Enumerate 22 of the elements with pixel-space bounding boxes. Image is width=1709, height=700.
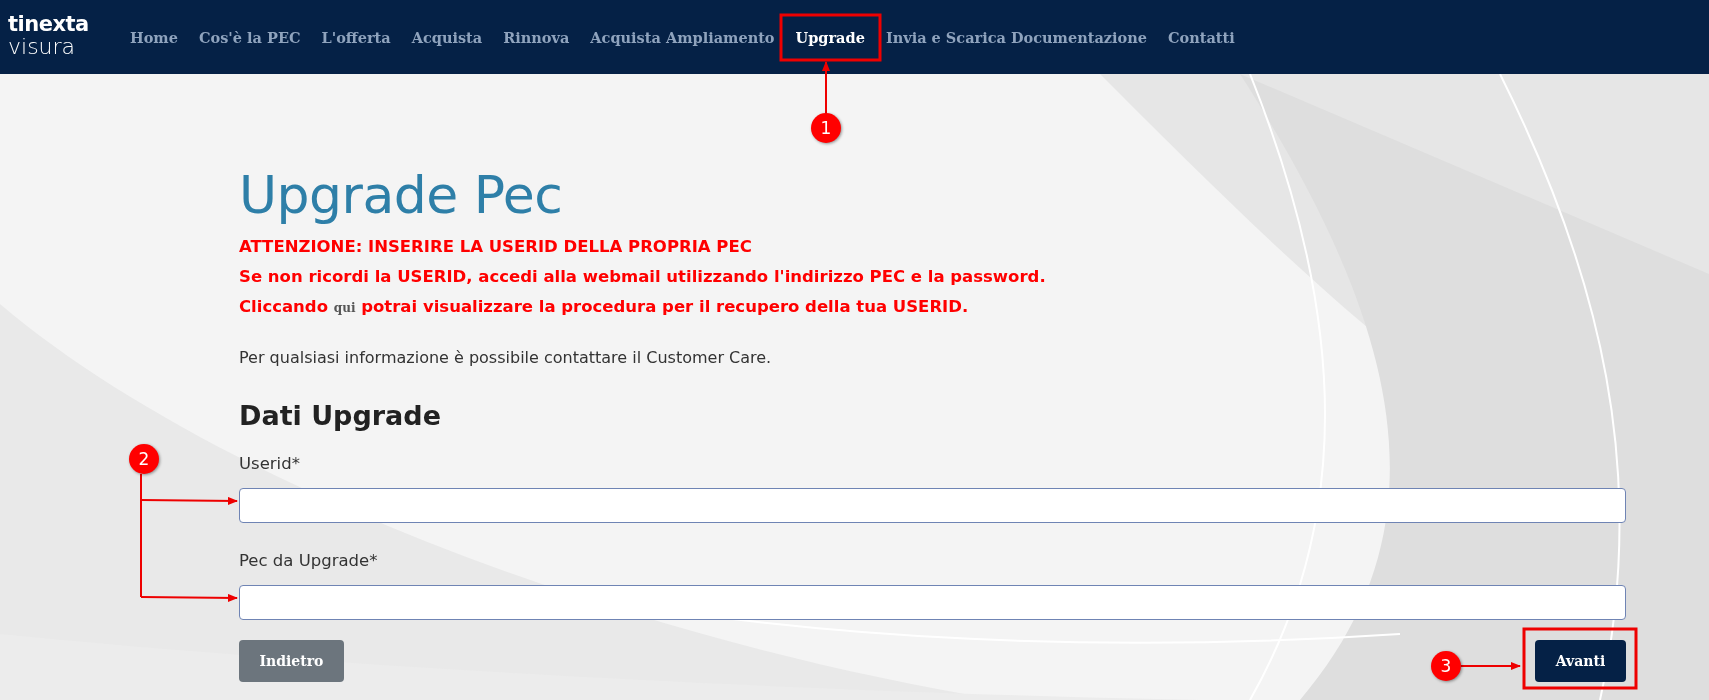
- page-title: Upgrade Pec: [239, 164, 564, 226]
- section-title: Dati Upgrade: [239, 399, 442, 433]
- nav-link[interactable]: Invia e Scarica Documentazione: [881, 22, 1151, 52]
- field-label: Userid*: [239, 453, 301, 475]
- warning-text: ATTENZIONE: INSERIRE LA USERID DELLA PROPRIA PEC: [239, 236, 753, 258]
- nav-link[interactable]: L'offerta: [317, 22, 395, 52]
- logo-brand: tinexta: [8, 13, 90, 35]
- nav-link[interactable]: Rinnova: [499, 22, 574, 52]
- field-label: Pec da Upgrade*: [239, 550, 379, 572]
- nav-link[interactable]: Upgrade: [791, 22, 869, 52]
- warning-text: Se non ricordi la USERID, accedi alla webmail utilizzando l'indirizzo PEC e la password.: [239, 266, 1047, 288]
- warning-text: Cliccando qui potrai visualizzare la procedura per il recupero della tua USERID.: [239, 296, 970, 318]
- info-text: Per qualsiasi informazione è possibile contattare il Customer Care.: [239, 347, 773, 369]
- help-link[interactable]: qui: [333, 301, 356, 315]
- nav-link[interactable]: Acquista Ampliamento: [586, 22, 779, 52]
- nav-link[interactable]: Home: [126, 22, 182, 52]
- nav-link[interactable]: Contatti: [1163, 22, 1239, 52]
- back-button[interactable]: Indietro: [239, 640, 344, 682]
- next-button[interactable]: Avanti: [1535, 640, 1626, 682]
- nav-link[interactable]: Acquista: [407, 22, 487, 52]
- logo-product: visura: [8, 35, 77, 59]
- nav-link[interactable]: Cos'è la PEC: [194, 22, 305, 52]
